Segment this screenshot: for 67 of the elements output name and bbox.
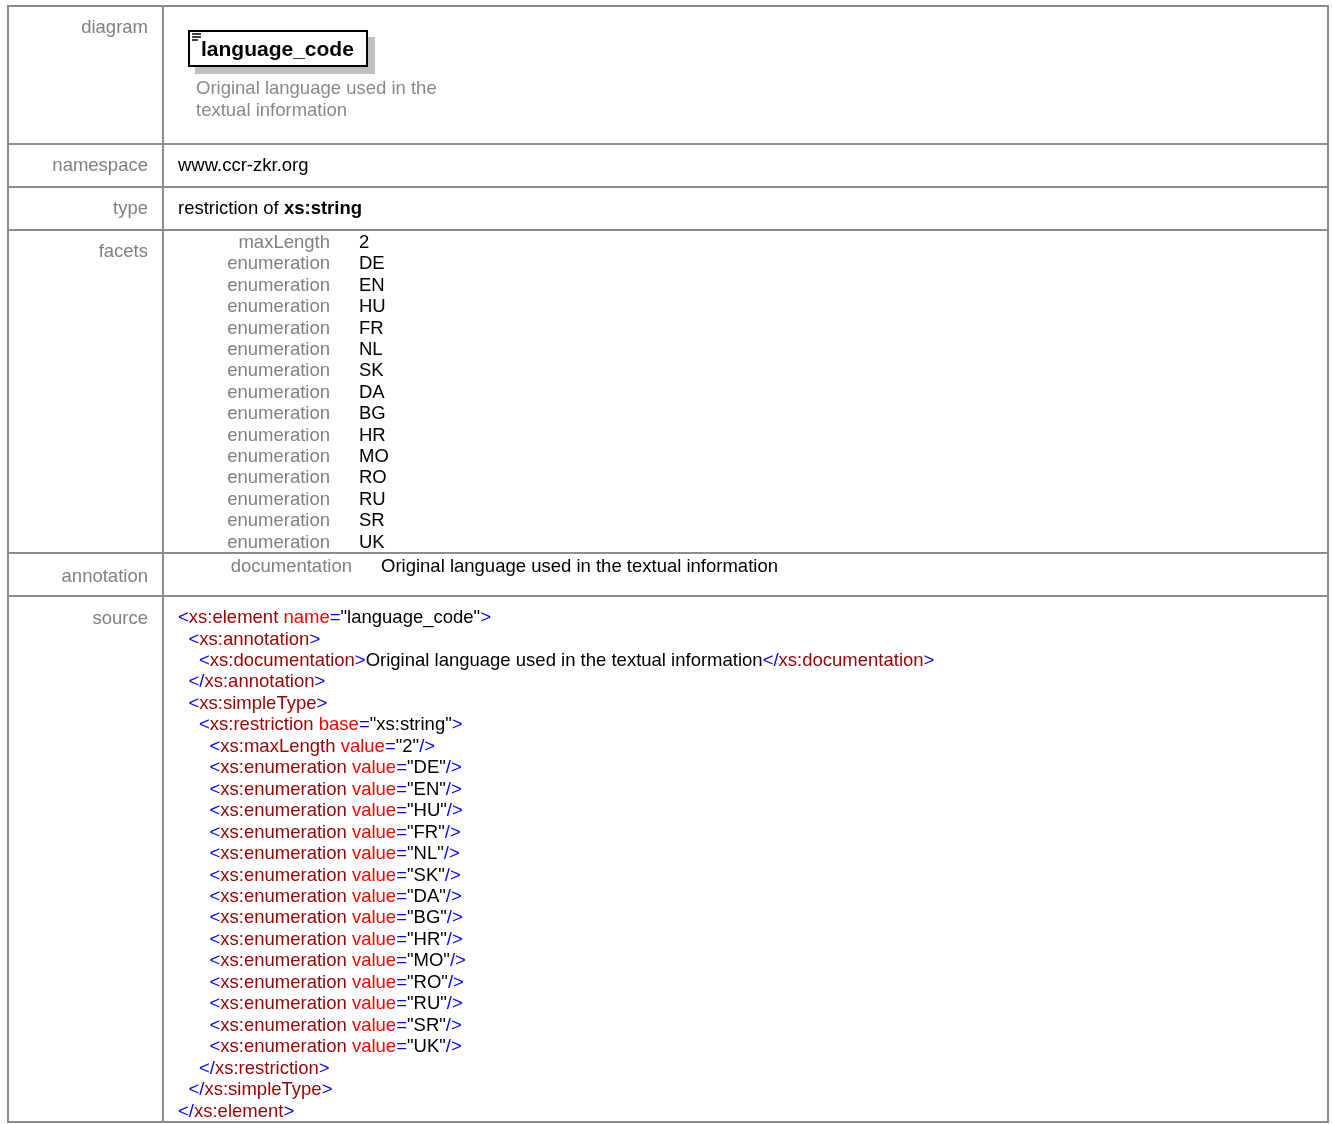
facet-name: enumeration (226, 423, 330, 446)
facet-name: enumeration (226, 530, 330, 553)
code-line: <xs:enumeration value="BG"/> (208, 906, 463, 928)
element-name: language_code (201, 37, 354, 61)
code-line: </xs:restriction> (198, 1056, 330, 1079)
code-line: </xs:annotation> (187, 670, 326, 692)
facet-name: enumeration (226, 273, 330, 296)
code-line: <xs:enumeration value="FR"/> (208, 820, 461, 843)
row-label: annotation (61, 565, 148, 587)
code-line: <xs:enumeration value="DE"/> (208, 756, 462, 778)
facet-name: enumeration (226, 509, 330, 531)
facet-value: HR (359, 423, 387, 446)
code-line: <xs:enumeration value="MO"/> (208, 949, 466, 971)
facet-name: enumeration (226, 295, 330, 317)
row-label: namespace (52, 154, 148, 175)
code-line: </xs:element> (178, 1099, 295, 1121)
code-line: <xs:enumeration value="EN"/> (208, 777, 462, 800)
code-line: <xs:element name="language_code"> (178, 606, 491, 628)
facet-name: enumeration (226, 402, 330, 424)
row-label: type (113, 197, 148, 218)
row-label: facets (98, 240, 148, 261)
code-line: <xs:maxLength value="2"/> (208, 734, 436, 757)
facet-value: MO (359, 445, 390, 467)
annotation-name: documentation (229, 555, 352, 578)
facet-value: EN (359, 273, 386, 296)
code-line: <xs:enumeration value="RU"/> (208, 992, 463, 1014)
row-label: source (92, 607, 148, 629)
code-line: <xs:simpleType> (187, 691, 328, 714)
code-line: <xs:enumeration value="HR"/> (208, 927, 463, 950)
facet-value: 2 (359, 231, 371, 253)
facet-name: enumeration (226, 316, 330, 339)
code-line: <xs:annotation> (187, 627, 321, 649)
facet-value: RO (359, 466, 388, 488)
code-line: <xs:enumeration value="SR"/> (208, 1013, 462, 1036)
facet-name: enumeration (226, 252, 330, 274)
code-line: <xs:enumeration value="SK"/> (208, 863, 461, 885)
code-line: </xs:simpleType> (187, 1078, 333, 1100)
facet-name: enumeration (226, 380, 330, 403)
facet-name: maxLength (237, 231, 330, 253)
facet-value: NL (359, 338, 384, 360)
facet-value: HU (359, 295, 387, 317)
facet-value: BG (359, 402, 387, 424)
code-line: <xs:enumeration value="NL"/> (208, 842, 460, 864)
lines-icon (192, 33, 201, 41)
code-line: <xs:restriction base="xs:string"> (198, 713, 463, 735)
row-label: diagram (81, 16, 148, 37)
code-line: <xs:enumeration value="HU"/> (208, 799, 463, 821)
facet-value: FR (359, 316, 385, 339)
facet-name: enumeration (226, 466, 330, 488)
code-line: <xs:documentation>Original language used in the textual information</xs:documentation> (198, 649, 935, 671)
facet-name: enumeration (226, 359, 330, 381)
facet-name: enumeration (226, 487, 330, 510)
facet-value: RU (359, 487, 387, 510)
code-line: <xs:enumeration value="RO"/> (208, 970, 464, 993)
element-description: Original language used in the textual information (196, 77, 438, 121)
type-value: restriction of xs:string (178, 197, 363, 218)
namespace-value: www.ccr-zkr.org (178, 154, 309, 175)
facet-name: enumeration (226, 338, 330, 360)
facet-name: enumeration (226, 445, 330, 467)
facet-value: UK (359, 530, 386, 553)
code-line: <xs:enumeration value="UK"/> (208, 1035, 462, 1057)
facet-value: SK (359, 359, 385, 381)
annotation-value: Original language used in the textual information (381, 555, 779, 578)
facet-value: DE (359, 252, 386, 274)
facet-value: DA (359, 380, 386, 403)
code-line: <xs:enumeration value="DA"/> (208, 885, 462, 907)
facet-value: SR (359, 509, 386, 531)
